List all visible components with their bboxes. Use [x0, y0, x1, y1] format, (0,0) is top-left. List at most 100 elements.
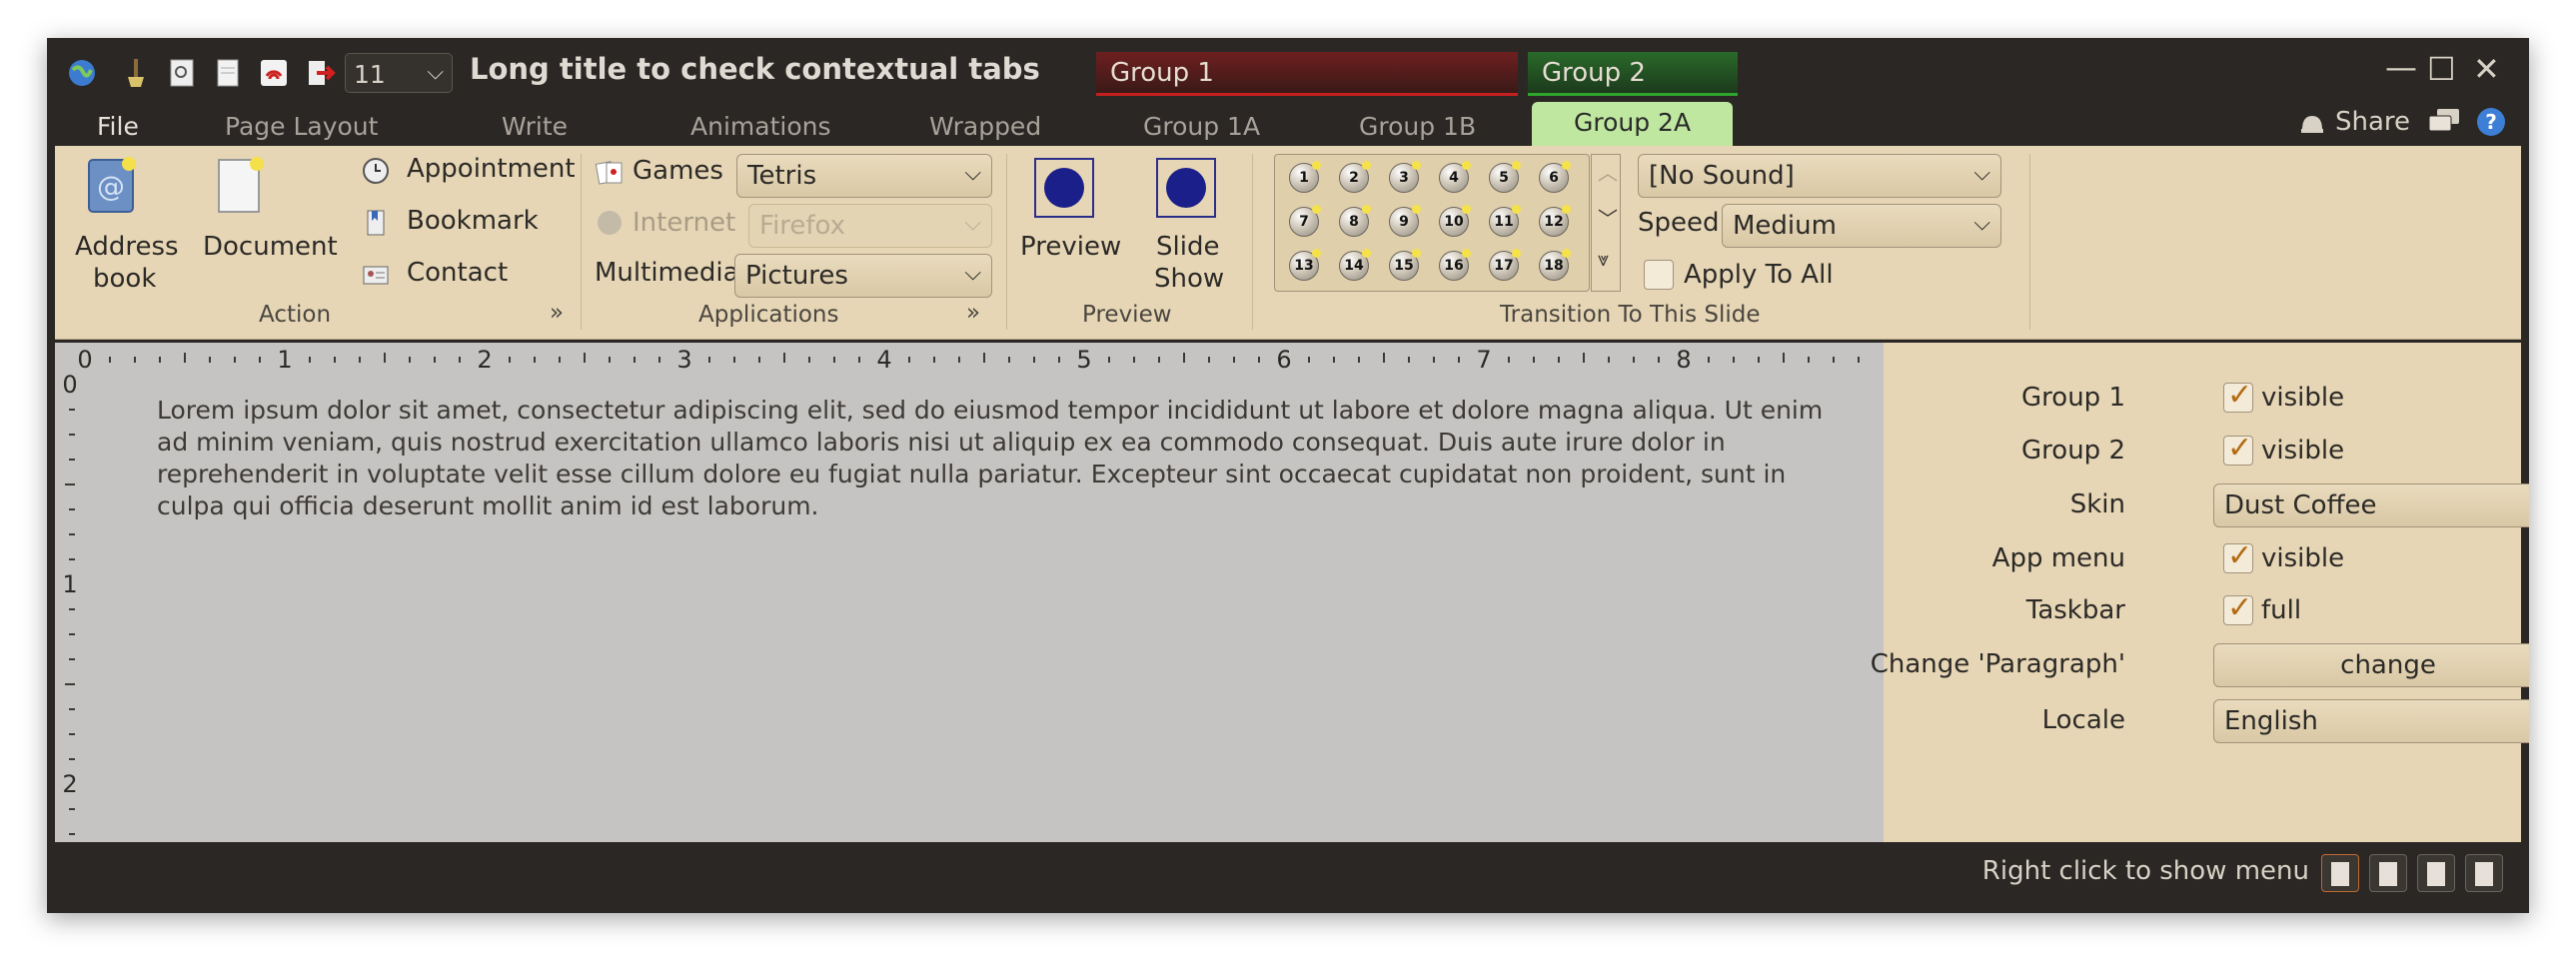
taskbar-checkbox[interactable]	[2223, 590, 2253, 625]
transition-option[interactable]: 17	[1489, 249, 1521, 281]
applications-expand-icon[interactable]: »	[966, 300, 980, 326]
transition-option[interactable]: 7	[1289, 205, 1321, 237]
transition-option[interactable]: 8	[1339, 205, 1371, 237]
ribbon: @ Address book Document Appointment Book…	[55, 146, 2521, 340]
games-select[interactable]: Tetris ⌵	[736, 154, 992, 198]
app-menu-checkbox[interactable]	[2223, 538, 2253, 573]
globe-icon	[598, 211, 622, 235]
transition-option[interactable]: 9	[1389, 205, 1421, 237]
multimedia-select[interactable]: Pictures ⌵	[734, 254, 992, 298]
slide-show-button[interactable]: Slide	[1156, 232, 1219, 262]
ruler-number: 4	[876, 346, 891, 373]
preview-button[interactable]: Preview	[1020, 232, 1121, 262]
globe-icon[interactable]	[65, 56, 99, 90]
tab-group-1b[interactable]: Group 1B	[1359, 106, 1476, 146]
group2-label: Group 2	[2021, 436, 2125, 466]
address-book-label-line2[interactable]: book	[93, 264, 156, 294]
font-size-select[interactable]: 11 ⌵	[345, 53, 453, 93]
document-button[interactable]: Document	[203, 232, 338, 262]
transition-option[interactable]: 2	[1339, 161, 1371, 193]
svg-text:@: @	[97, 170, 125, 203]
transition-option[interactable]: 4	[1439, 161, 1471, 193]
transition-option[interactable]: 12	[1539, 205, 1571, 237]
gallery-down-icon[interactable]: ﹀	[1598, 203, 1618, 232]
maximize-button[interactable]: ☐	[2427, 50, 2456, 88]
tab-write[interactable]: Write	[502, 106, 568, 146]
tab-group-1a[interactable]: Group 1A	[1143, 106, 1260, 146]
apply-to-all-checkbox[interactable]	[1644, 260, 1674, 290]
minimize-button[interactable]: —	[2385, 48, 2417, 86]
locale-select[interactable]: English⌵	[2213, 699, 2529, 743]
transition-option[interactable]: 14	[1339, 249, 1371, 281]
skin-select[interactable]: Dust Coffee⌵	[2213, 484, 2529, 527]
locale-label: Locale	[2041, 705, 2125, 735]
transition-option[interactable]: 5	[1489, 161, 1521, 193]
band-separator	[1006, 154, 1007, 330]
gallery-up-icon[interactable]: ︿	[1598, 157, 1618, 186]
internet-label: Internet	[633, 208, 736, 238]
tab-wrapped[interactable]: Wrapped	[929, 106, 1041, 146]
transition-option[interactable]: 3	[1389, 161, 1421, 193]
document-area[interactable]: 0 1 2 3 4 5 6 7 8 0 1 2 Lorem ipsum dolor sit amet…	[55, 343, 1884, 842]
tab-animations[interactable]: Animations	[690, 106, 830, 146]
document-icon[interactable]	[207, 154, 271, 218]
preview-icon[interactable]	[1034, 158, 1094, 218]
action-expand-icon[interactable]: »	[550, 300, 564, 326]
slide-show-button-line2[interactable]: Show	[1154, 264, 1224, 294]
preview-band-title: Preview	[1082, 302, 1172, 328]
document-text[interactable]: Lorem ipsum dolor sit amet, consectetur …	[157, 395, 1856, 522]
transition-option[interactable]: 10	[1439, 205, 1471, 237]
apply-to-all-label[interactable]: Apply To All	[1684, 260, 1834, 290]
page-icon[interactable]	[211, 56, 245, 90]
group1-checkbox[interactable]	[2223, 378, 2253, 413]
contact-button[interactable]: Contact	[407, 258, 508, 288]
speed-select[interactable]: Medium ⌵	[1722, 204, 2001, 248]
app-menu-value[interactable]: visible	[2261, 543, 2344, 573]
close-button[interactable]: ✕	[2473, 50, 2500, 88]
align-right-icon	[2427, 862, 2445, 886]
bookmark-button[interactable]: Bookmark	[407, 206, 539, 236]
transition-option[interactable]: 6	[1539, 161, 1571, 193]
contact-card-icon	[363, 266, 389, 285]
gallery-scroller[interactable]: ︿ ﹀ ⩔	[1591, 154, 1621, 292]
transition-option[interactable]: 15	[1389, 249, 1421, 281]
speed-value: Medium	[1733, 211, 1837, 241]
gallery-expand-icon[interactable]: ⩔	[1598, 247, 1609, 271]
taskbar-value[interactable]: full	[2261, 595, 2301, 625]
transition-option[interactable]: 1	[1289, 161, 1321, 193]
align-justify-button[interactable]	[2465, 854, 2503, 892]
transition-option[interactable]: 11	[1489, 205, 1521, 237]
group2-value[interactable]: visible	[2261, 436, 2344, 466]
align-left-button[interactable]	[2321, 854, 2359, 892]
tab-page-layout[interactable]: Page Layout	[225, 106, 378, 146]
share-icon[interactable]	[2297, 108, 2327, 138]
wireless-icon[interactable]	[257, 56, 291, 90]
align-center-button[interactable]	[2369, 854, 2407, 892]
group1-value[interactable]: visible	[2261, 383, 2344, 413]
align-right-button[interactable]	[2417, 854, 2455, 892]
group1-label: Group 1	[2021, 383, 2125, 413]
address-book-icon[interactable]: @	[79, 154, 143, 218]
change-paragraph-label: Change 'Paragraph'	[1870, 649, 2125, 679]
change-button[interactable]: change	[2213, 643, 2529, 687]
transition-option[interactable]: 13	[1289, 249, 1321, 281]
transition-band-title: Transition To This Slide	[1500, 302, 1761, 328]
applications-band-title: Applications	[698, 302, 839, 328]
transition-option[interactable]: 18	[1539, 249, 1571, 281]
slide-show-icon[interactable]	[1156, 158, 1216, 218]
broom-icon[interactable]	[119, 56, 153, 90]
group2-checkbox[interactable]	[2223, 431, 2253, 466]
comments-icon[interactable]	[2427, 106, 2461, 136]
appointment-button[interactable]: Appointment	[407, 154, 576, 184]
help-icon[interactable]: ?	[2475, 106, 2507, 138]
address-book-label[interactable]: Address	[75, 232, 179, 262]
chevron-down-icon: ⌵	[1973, 161, 1990, 186]
exit-icon[interactable]	[303, 56, 337, 90]
ruler-number: 0	[77, 346, 92, 373]
transition-option[interactable]: 16	[1439, 249, 1471, 281]
tab-group-2a[interactable]: Group 2A	[1532, 102, 1734, 148]
tab-file[interactable]: File	[97, 106, 139, 146]
sound-select[interactable]: [No Sound] ⌵	[1638, 154, 2001, 198]
share-button[interactable]: Share	[2335, 107, 2410, 137]
print-preview-icon[interactable]	[165, 56, 199, 90]
